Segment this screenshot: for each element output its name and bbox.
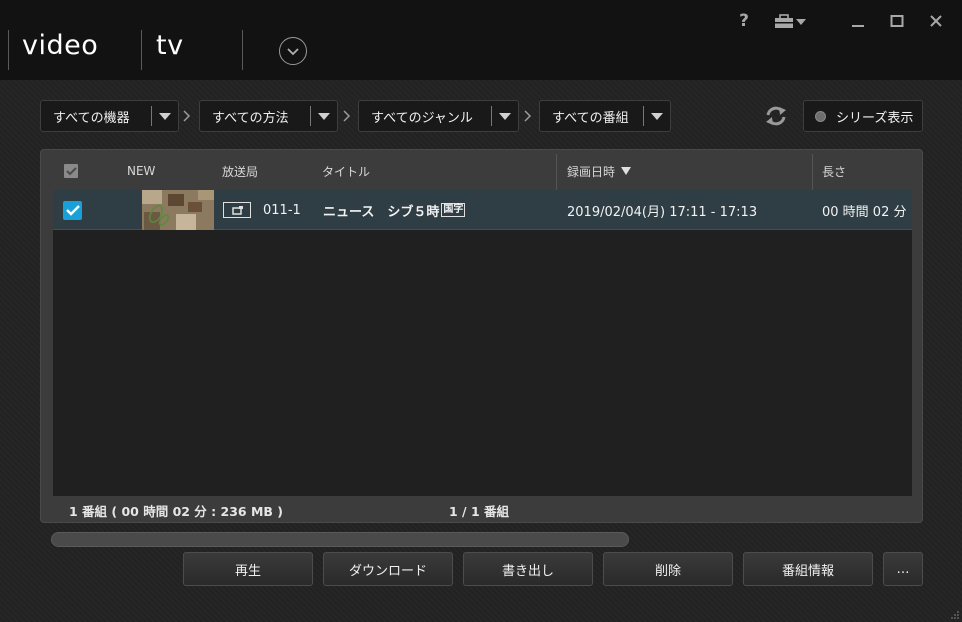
series-view-toggle[interactable]: シリーズ表示 <box>803 100 923 132</box>
column-divider[interactable] <box>812 154 813 190</box>
method-filter-dropdown[interactable]: すべての方法 <box>199 100 338 132</box>
summary-text: 1 番組 ( 00 時間 02 分 : 236 MB ) <box>69 504 283 519</box>
caption-badge: 国字 <box>441 203 466 217</box>
dropdown-arrow-icon <box>492 112 518 120</box>
toolbox-button[interactable] <box>772 10 808 32</box>
device-filter-dropdown[interactable]: すべての機器 <box>40 100 179 132</box>
recorded-header-label: 録画日時 <box>567 164 616 179</box>
genre-filter-dropdown[interactable]: すべてのジャンル <box>358 100 519 132</box>
program-title: ニュース シブ５時 <box>323 204 440 220</box>
help-icon: ? <box>739 11 749 31</box>
column-header-title[interactable]: タイトル <box>322 152 370 190</box>
digital-broadcast-icon <box>223 202 251 218</box>
channel-number: 011-1 <box>263 202 301 218</box>
radio-indicator-icon <box>815 110 826 122</box>
series-view-label: シリーズ表示 <box>836 110 914 126</box>
chevron-right-icon <box>181 107 193 125</box>
page-count-text: 1 / 1 番組 <box>449 504 510 519</box>
toolbox-icon <box>775 14 806 28</box>
play-button[interactable]: 再生 <box>183 552 313 586</box>
table-header: NEW 放送局 タイトル 録画日時 長さ <box>53 152 912 190</box>
sort-descending-icon <box>621 167 632 175</box>
dropdown-arrow-icon <box>152 112 178 120</box>
divider <box>242 30 243 70</box>
refresh-icon <box>766 106 786 126</box>
dropdown-arrow-icon <box>644 112 670 120</box>
delete-button[interactable]: 削除 <box>603 552 733 586</box>
maximize-icon <box>890 15 904 27</box>
dropdown-label: すべての方法 <box>212 110 289 126</box>
minimize-button[interactable] <box>847 10 869 32</box>
program-length: 00 時間 02 分 <box>822 204 907 220</box>
column-header-length[interactable]: 長さ <box>822 152 846 190</box>
column-divider[interactable] <box>556 154 557 190</box>
download-button[interactable]: ダウンロード <box>323 552 453 586</box>
help-button[interactable]: ? <box>733 10 755 32</box>
status-bar: 1 番組 ( 00 時間 02 分 : 236 MB ) 1 / 1 番組 <box>53 498 912 520</box>
thumbnail-image <box>142 190 214 230</box>
horizontal-scrollbar[interactable] <box>51 532 629 547</box>
dropdown-label: すべての機器 <box>53 110 130 126</box>
chevron-right-icon <box>522 107 534 125</box>
resize-grip-icon[interactable] <box>950 610 960 620</box>
checkbox-icon <box>64 164 78 178</box>
recorded-date: 2019/02/04(月) 17:11 - 17:13 <box>567 204 758 220</box>
export-button[interactable]: 書き出し <box>463 552 593 586</box>
close-icon <box>930 15 942 27</box>
station-cell: 011-1 <box>223 190 301 230</box>
chevron-down-icon <box>287 47 299 55</box>
refresh-button[interactable] <box>762 103 790 129</box>
divider <box>141 30 142 70</box>
column-header-station[interactable]: 放送局 <box>222 152 258 190</box>
tab-video[interactable]: video <box>22 30 98 61</box>
title-bar: video tv ? <box>0 0 962 80</box>
column-header-recorded[interactable]: 録画日時 <box>567 152 632 190</box>
close-button[interactable] <box>925 10 947 32</box>
table-row[interactable]: 011-1 ニュース シブ５時 国字 2019/02/04(月) 17:11 -… <box>53 190 912 230</box>
chevron-right-icon <box>341 107 353 125</box>
program-info-button[interactable]: 番組情報 <box>743 552 873 586</box>
select-all-checkbox[interactable] <box>64 152 78 190</box>
divider <box>8 30 9 70</box>
column-header-new[interactable]: NEW <box>127 152 155 190</box>
more-options-button[interactable]: … <box>883 552 923 586</box>
program-filter-dropdown[interactable]: すべての番組 <box>539 100 671 132</box>
recording-list-panel: NEW 放送局 タイトル 録画日時 長さ 011-1 ニュース シブ５時 国字 … <box>40 149 923 523</box>
dropdown-label: すべてのジャンル <box>371 110 473 126</box>
tab-tv[interactable]: tv <box>156 30 184 61</box>
checkbox-checked-icon <box>63 200 82 220</box>
recording-list: 011-1 ニュース シブ５時 国字 2019/02/04(月) 17:11 -… <box>53 190 912 496</box>
dropdown-arrow-icon <box>311 112 337 120</box>
maximize-button[interactable] <box>886 10 908 32</box>
title-cell: ニュース シブ５時 国字 <box>323 190 466 230</box>
menu-expand-button[interactable] <box>279 37 307 65</box>
row-checkbox[interactable] <box>63 190 82 230</box>
dropdown-label: すべての番組 <box>552 110 629 126</box>
minimize-icon <box>852 25 864 27</box>
